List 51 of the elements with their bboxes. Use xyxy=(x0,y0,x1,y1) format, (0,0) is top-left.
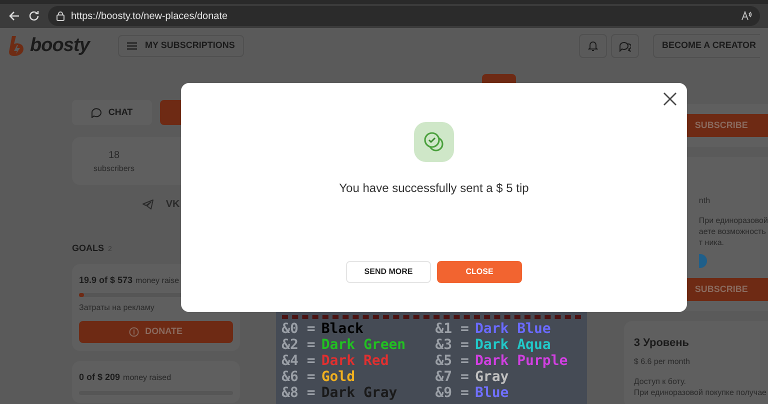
color-code: &1 = xyxy=(435,321,469,337)
close-button[interactable]: CLOSE xyxy=(437,261,522,283)
color-code: &7 = xyxy=(435,369,469,385)
goal-amount: 19.9 of $ 573 xyxy=(79,274,133,286)
logo-icon xyxy=(8,35,26,57)
color-code: &5 = xyxy=(435,353,469,369)
avatar-icon xyxy=(698,254,707,268)
chat-bubbles-icon xyxy=(618,40,631,52)
menu-icon xyxy=(127,42,137,50)
goal-caption: money raise xyxy=(136,274,180,286)
lock-icon xyxy=(56,11,65,21)
back-icon[interactable] xyxy=(8,10,20,22)
color-name: Dark Blue xyxy=(474,321,551,337)
color-code: &0 = xyxy=(282,321,316,337)
color-code: &9 = xyxy=(435,385,469,401)
color-code: &6 = xyxy=(282,369,316,385)
messages-button[interactable] xyxy=(610,34,639,58)
address-bar[interactable]: https://boosty.to/new-places/donate xyxy=(48,6,760,26)
color-code: &3 = xyxy=(435,337,469,353)
send-more-button[interactable]: SEND MORE xyxy=(346,261,431,283)
success-message: You have successfully sent a $ 5 tip xyxy=(339,180,529,197)
donate-button[interactable]: DONATE xyxy=(79,321,233,343)
close-icon[interactable] xyxy=(663,92,677,106)
color-code: &4 = xyxy=(282,353,316,369)
logo-text: boosty xyxy=(30,34,90,58)
color-code: &8 = xyxy=(282,385,316,401)
become-creator-button[interactable]: BECOME A CREATOR xyxy=(652,34,760,58)
success-icon xyxy=(414,122,454,162)
goal-caption: money raised xyxy=(123,372,172,384)
chat-button[interactable]: CHAT xyxy=(72,100,152,125)
notifications-button[interactable] xyxy=(578,34,607,58)
color-name: Blue xyxy=(474,385,509,401)
subscriptions-button[interactable]: MY SUBSCRIPTIONS xyxy=(118,35,244,57)
goals-heading: GOALS xyxy=(72,242,104,255)
bell-icon xyxy=(588,40,598,52)
color-name: Dark Aqua xyxy=(474,337,551,353)
color-name: Black xyxy=(321,321,364,337)
color-name: Gray xyxy=(474,369,509,385)
chat-icon xyxy=(91,108,102,118)
color-name: Dark Green xyxy=(321,337,406,353)
tier-title: 3 Уровень xyxy=(634,336,690,351)
goal-amount: 0 of $ 209 xyxy=(79,371,120,384)
coin-icon xyxy=(129,327,140,337)
color-name: Dark Red xyxy=(321,353,389,369)
color-name: Dark Purple xyxy=(474,353,568,369)
color-code: &2 = xyxy=(282,337,316,353)
read-aloud-icon[interactable] xyxy=(741,11,752,21)
reload-icon[interactable] xyxy=(28,10,40,22)
url-text: https://boosty.to/new-places/donate xyxy=(71,10,229,24)
color-name: Dark Gray xyxy=(321,385,398,401)
color-name: Gold xyxy=(321,369,356,385)
